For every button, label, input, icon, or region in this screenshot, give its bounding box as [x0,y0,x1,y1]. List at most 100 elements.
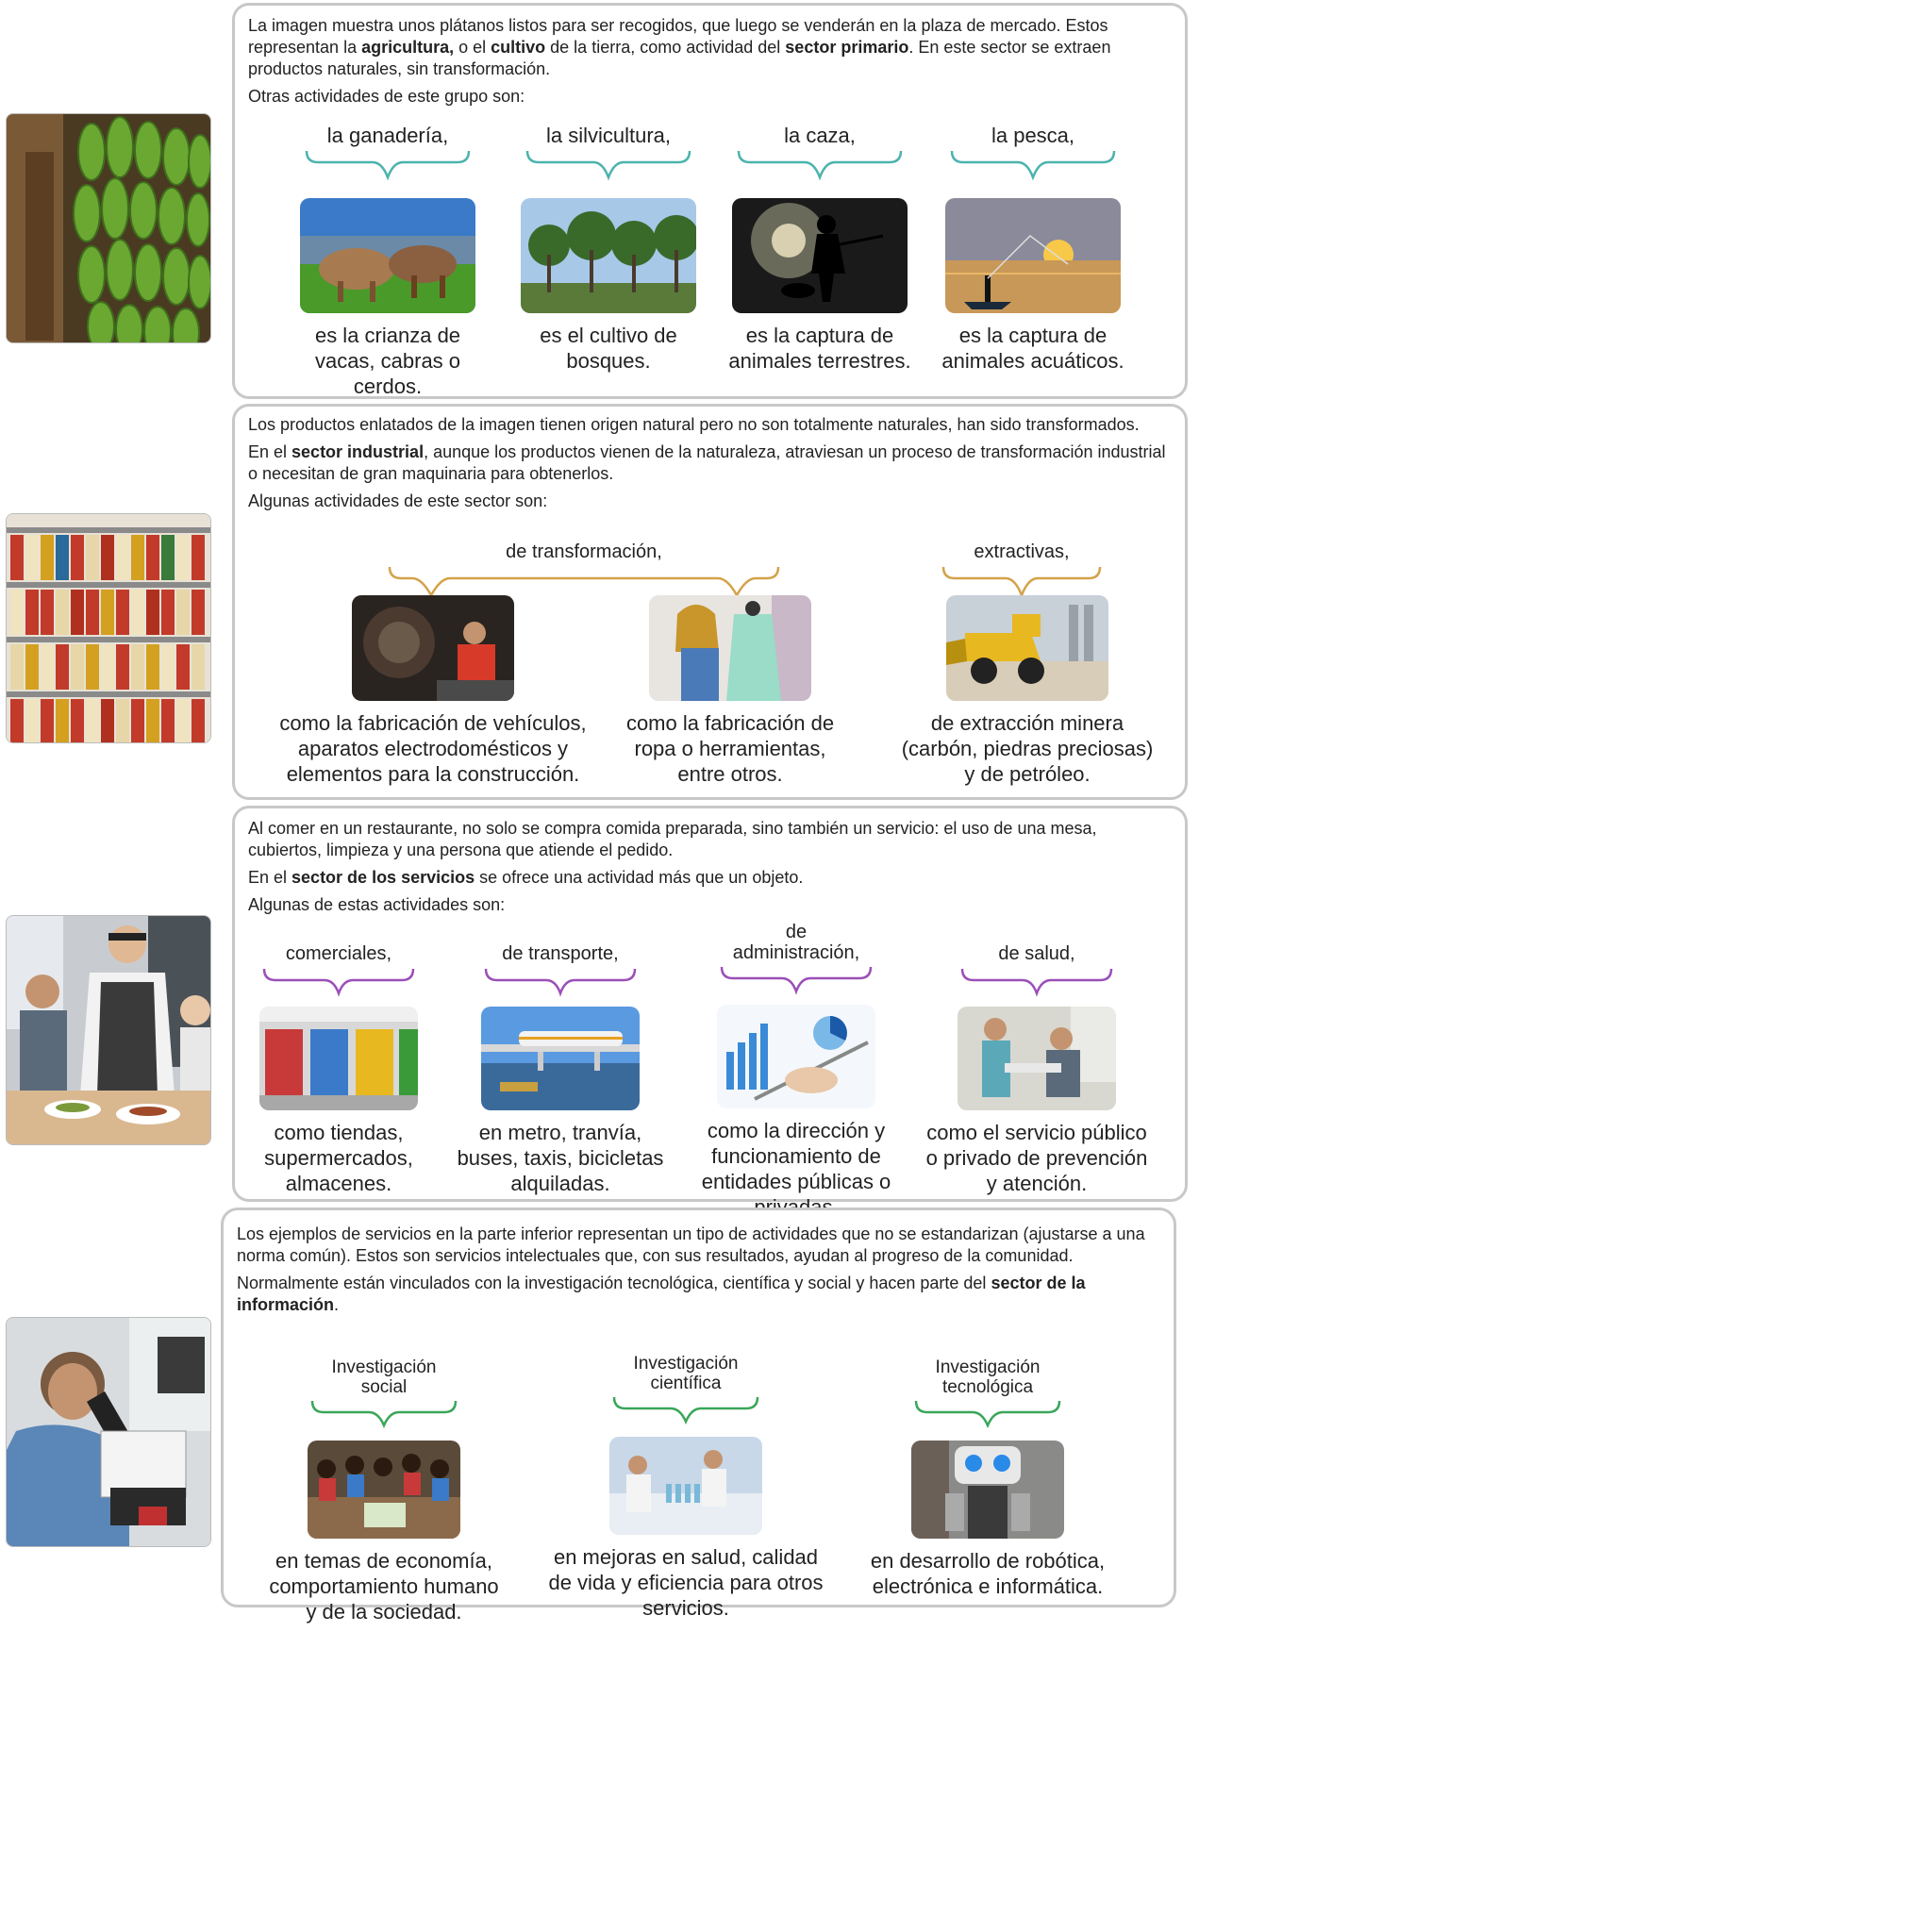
research-label: Investigación tecnológica [935,1357,1041,1397]
monorail-image [481,1007,640,1110]
restaurant-photo [6,915,211,1145]
text-run: En el [248,442,292,461]
activity-description: es la captura de animales terrestres. [728,324,911,373]
primary-sector-panel: La imagen muestra unos plátanos listos p… [232,3,1188,399]
activity-caza: la caza, es la captura de animales terre… [725,125,914,374]
industry-clothing: como la fabricación de ropa o herramient… [617,595,843,787]
brace-connector [960,968,1113,997]
service-label: de administración, [732,922,860,963]
research-scientific: Investigación científica en mejoras en s… [544,1354,827,1621]
text-run: Algunas actividades de este sector son: [248,491,548,510]
service-description: como tiendas, supermercados, almacenes. [264,1121,413,1195]
bold-term: sector de los servicios [291,868,475,887]
research-label: Investigación social [331,1357,437,1397]
brace-connector [720,966,873,995]
research-description: en desarrollo de robótica, electrónica e… [870,1549,1106,1598]
research-description: en mejoras en salud, calidad de vida y e… [548,1545,824,1620]
brace-connector [388,566,780,598]
text-run: se ofrece una actividad más que un objet… [475,868,804,887]
brace-connector [484,968,637,997]
service-comerciales: comerciales, como tiendas, supermercados… [244,922,433,1196]
intro-paragraph: Algunas actividades de este sector son: [248,491,1172,512]
intro-paragraph: Los productos enlatados de la imagen tie… [248,414,1172,436]
services-sector-intro: Al comer en un restaurante, no solo se c… [248,818,1172,916]
brace-connector [914,1400,1061,1429]
activity-label: la pesca, [991,124,1075,147]
text-run: o el [454,38,491,57]
health-care-image [958,1007,1116,1110]
industry-mining: de extracción minera (carbón, piedras pr… [895,595,1159,787]
hunting-image [732,198,908,313]
laboratory-image [609,1437,762,1535]
robot-image [911,1441,1064,1539]
factory-worker-image [352,595,514,701]
activity-pesca: la pesca, es la captura de animales acuá… [939,125,1127,374]
information-sector-panel: Los ejemplos de servicios en la parte in… [221,1208,1176,1624]
activity-label: la caza, [784,124,856,147]
brace-connector [262,968,415,997]
text-run: de la tierra, como actividad del [545,38,786,57]
intro-paragraph: Normalmente están vinculados con la inve… [237,1273,1160,1316]
text-run: Algunas de estas actividades son: [248,895,506,914]
intro-paragraph: En el sector de los servicios se ofrece … [248,867,1172,889]
industry-description: como la fabricación de ropa o herramient… [625,711,835,786]
group-extractivas: extractivas, [937,541,1107,599]
text-run: Normalmente están vinculados con la inve… [237,1274,991,1292]
service-description: como la dirección y funcionamiento de en… [701,1119,891,1219]
activity-label: la silvicultura, [545,124,672,147]
industry-description: de extracción minera (carbón, piedras pr… [901,711,1154,786]
supermarket-image [259,1007,418,1110]
bananas-photo [6,113,211,343]
activity-ganaderia: la ganadería, es la crianza de vacas, ca… [293,125,482,399]
group-label: extractivas, [974,541,1070,562]
bold-term: sector industrial [291,442,425,461]
bold-term: agricultura, [361,38,455,57]
bold-term: sector primario [785,38,909,57]
brace-connector [525,150,691,181]
text-run: Al comer en un restaurante, no solo se c… [248,819,1097,859]
industrial-sector-panel: Los productos enlatados de la imagen tie… [232,404,1188,800]
services-sector-panel: Al comer en un restaurante, no solo se c… [232,806,1188,1219]
industry-description: como la fabricación de vehículos, aparat… [279,711,587,786]
brace-connector [737,150,903,181]
primary-sector-intro: La imagen muestra unos plátanos listos p… [248,15,1172,108]
charts-document-image [717,1005,875,1108]
clothing-design-image [649,595,811,701]
information-sector-intro: Los ejemplos de servicios en la parte in… [237,1224,1160,1316]
text-run: Otras actividades de este grupo son: [248,87,525,106]
intro-paragraph: Los ejemplos de servicios en la parte in… [237,1224,1160,1267]
text-run: Los ejemplos de servicios en la parte in… [237,1224,1145,1265]
industry-vehicles: como la fabricación de vehículos, aparat… [273,595,593,787]
research-technological: Investigación tecnológica en desarrollo … [846,1357,1129,1599]
service-description: como el servicio público o privado de pr… [925,1121,1148,1195]
brace-connector [950,150,1116,181]
fishing-image [945,198,1121,313]
group-label: de transformación, [506,541,662,562]
activity-silvicultura: la silvicultura, es el cultivo de bosque… [514,125,703,374]
activity-description: es el cultivo de bosques. [540,324,677,373]
intro-paragraph: Algunas de estas actividades son: [248,894,1172,916]
intro-paragraph: En el sector industrial, aunque los prod… [248,441,1172,485]
service-transporte: de transporte, en metro, tranvía, buses,… [452,922,669,1196]
service-salud: de salud, como el servicio público o pri… [924,922,1150,1196]
intro-paragraph: Otras actividades de este grupo son: [248,86,1172,108]
activity-description: es la crianza de vacas, cabras o cerdos. [314,324,461,398]
activity-description: es la captura de animales acuáticos. [941,324,1124,373]
text-run: En el [248,868,292,887]
mining-truck-image [946,595,1108,701]
brace-connector [941,566,1102,599]
intro-paragraph: La imagen muestra unos plátanos listos p… [248,15,1172,80]
forest-image [521,198,696,313]
service-label: de salud, [998,943,1075,964]
activity-label: la ganadería, [326,124,449,147]
livestock-image [300,198,475,313]
service-label: comerciales, [285,943,392,964]
microscope-photo [6,1317,211,1547]
service-administracion: de administración, como la dirección y f… [688,922,905,1220]
service-description: en metro, tranvía, buses, taxis, bicicle… [457,1121,664,1195]
bold-term: cultivo [491,38,546,57]
text-run: . [334,1295,340,1314]
research-label: Investigación científica [633,1354,739,1393]
community-meeting-image [308,1441,460,1539]
canned-goods-photo [6,513,211,743]
